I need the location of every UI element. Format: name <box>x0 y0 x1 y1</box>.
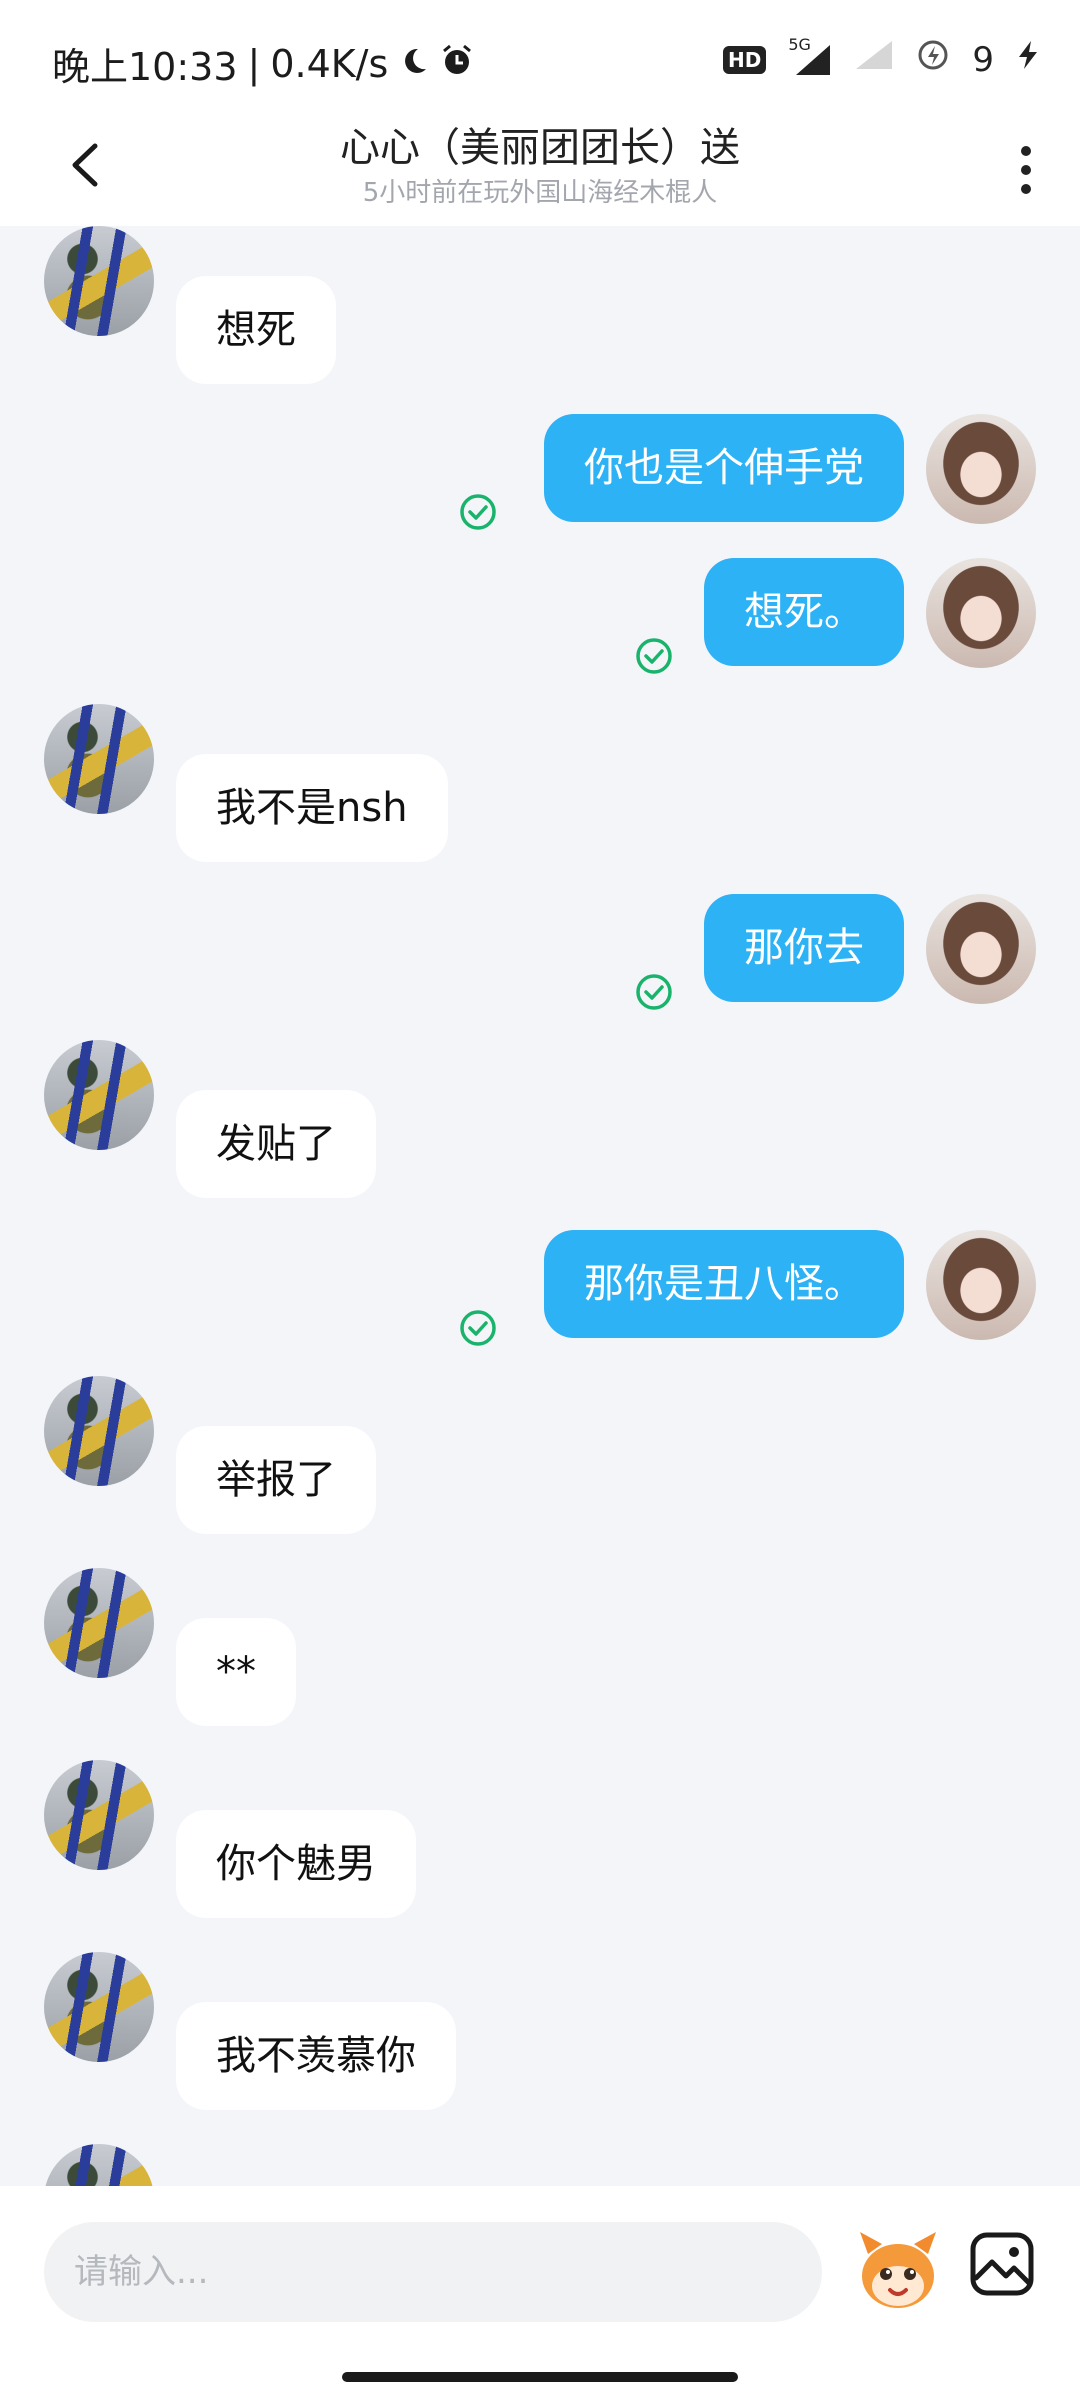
my-avatar[interactable] <box>926 894 1036 1004</box>
mascot-emoji-icon <box>860 2232 936 2308</box>
signal-empty-icon <box>854 39 894 80</box>
image-button[interactable] <box>968 2230 1036 2298</box>
moon-icon <box>398 42 430 86</box>
received-message[interactable]: ** <box>176 1618 296 1726</box>
sent-message[interactable]: 你也是个伸手党 <box>544 414 904 522</box>
contact-avatar[interactable] <box>44 2144 154 2186</box>
status-right: HD 5G 9 <box>723 35 1040 81</box>
sent-message[interactable]: 想死。 <box>704 558 904 666</box>
contact-avatar[interactable] <box>44 1568 154 1678</box>
received-message[interactable]: 你个魅男 <box>176 1810 416 1918</box>
sent-message[interactable]: 那你是丑八怪。 <box>544 1230 904 1338</box>
signal-icon: 5G <box>788 35 832 77</box>
contact-avatar[interactable] <box>44 226 154 336</box>
home-indicator[interactable] <box>342 2372 738 2382</box>
received-message[interactable]: 我不是nsh <box>176 754 448 862</box>
contact-avatar[interactable] <box>44 1040 154 1150</box>
status-bar: 晚上10:33 | 0.4K/s HD 5G 9 <box>0 0 1080 120</box>
charging-icon <box>1016 39 1040 80</box>
check-circle-icon <box>460 1310 496 1346</box>
received-message[interactable]: 举报了 <box>176 1426 376 1534</box>
hd-badge: HD <box>723 45 767 74</box>
emoji-button[interactable] <box>850 2224 946 2320</box>
message-input[interactable] <box>44 2222 822 2322</box>
status-left: 晚上10:33 | 0.4K/s <box>52 36 474 91</box>
my-avatar[interactable] <box>926 414 1036 524</box>
status-net-speed: 0.4K/s <box>270 41 389 86</box>
check-circle-icon <box>460 494 496 530</box>
received-message[interactable]: 发贴了 <box>176 1090 376 1198</box>
more-vertical-icon <box>1021 146 1031 156</box>
check-circle-icon <box>636 638 672 674</box>
status-separator: | <box>247 41 261 86</box>
image-icon <box>970 2232 1034 2296</box>
more-options-button[interactable] <box>996 130 1056 210</box>
contact-avatar[interactable] <box>44 1952 154 2062</box>
sent-message[interactable]: 那你去 <box>704 894 904 1002</box>
chat-title[interactable]: 心心（美丽团团长）送 <box>0 120 1080 176</box>
contact-avatar[interactable] <box>44 1376 154 1486</box>
my-avatar[interactable] <box>926 558 1036 668</box>
battery-saver-icon <box>916 38 950 81</box>
received-message[interactable]: 我不羡慕你 <box>176 2002 456 2110</box>
network-type: 5G <box>788 34 811 54</box>
contact-avatar[interactable] <box>44 1760 154 1870</box>
received-message[interactable]: 想死 <box>176 276 336 384</box>
battery-level: 9 <box>972 39 994 80</box>
my-avatar[interactable] <box>926 1230 1036 1340</box>
input-bar <box>0 2186 1080 2400</box>
more-dot <box>1021 184 1031 194</box>
chat-subtitle: 5小时前在玩外国山海经木棍人 <box>362 178 718 208</box>
contact-avatar[interactable] <box>44 704 154 814</box>
message-list[interactable]: 想死 你也是个伸手党 想死。 我不是nsh 那你去 发贴了 那你是丑八怪。 举报… <box>0 226 1080 2186</box>
chat-header: 心心（美丽团团长）送 5小时前在玩外国山海经木棍人 <box>0 120 1080 226</box>
more-dot <box>1021 165 1031 175</box>
status-time: 晚上10:33 <box>52 45 238 89</box>
check-circle-icon <box>636 974 672 1010</box>
alarm-icon <box>440 42 474 86</box>
